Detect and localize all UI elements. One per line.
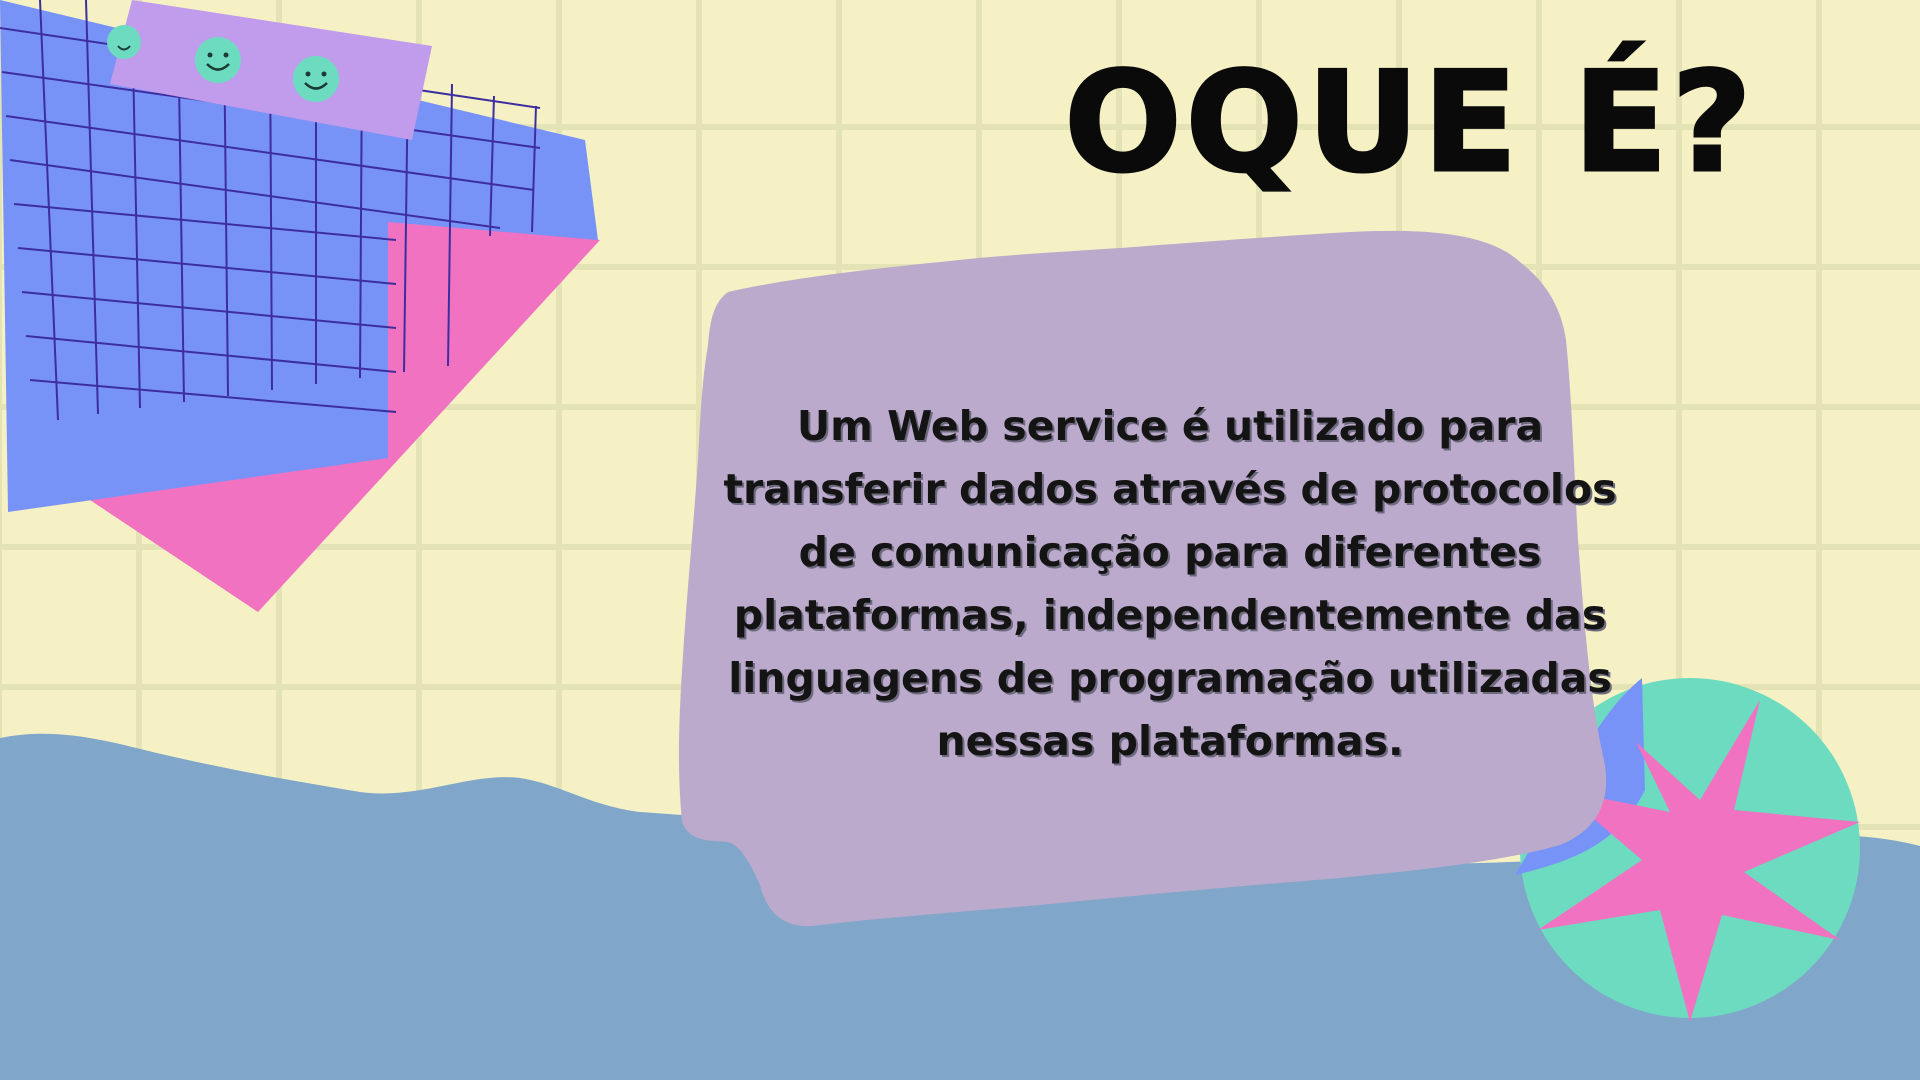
description-text: Um Web service é utilizado para transfer… [723,402,1617,765]
page-title: OQUE É? [1063,41,1756,205]
